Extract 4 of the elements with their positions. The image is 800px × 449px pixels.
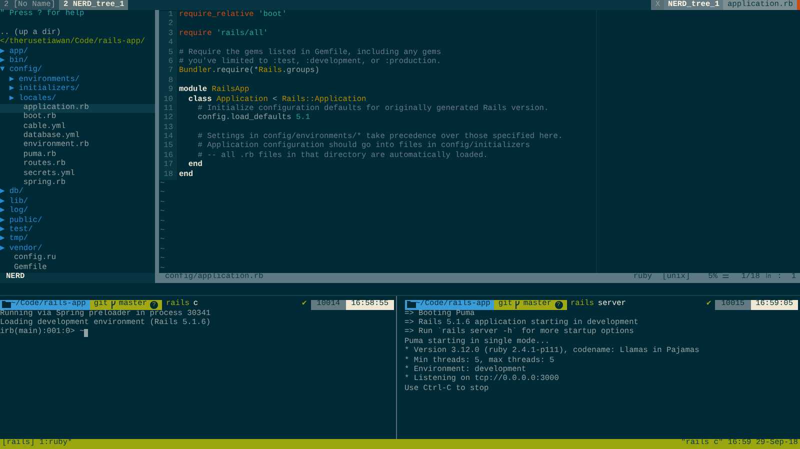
branch-icon <box>110 300 116 309</box>
branch-icon <box>515 300 520 309</box>
cursor <box>84 329 88 338</box>
folder-icon <box>406 301 416 308</box>
